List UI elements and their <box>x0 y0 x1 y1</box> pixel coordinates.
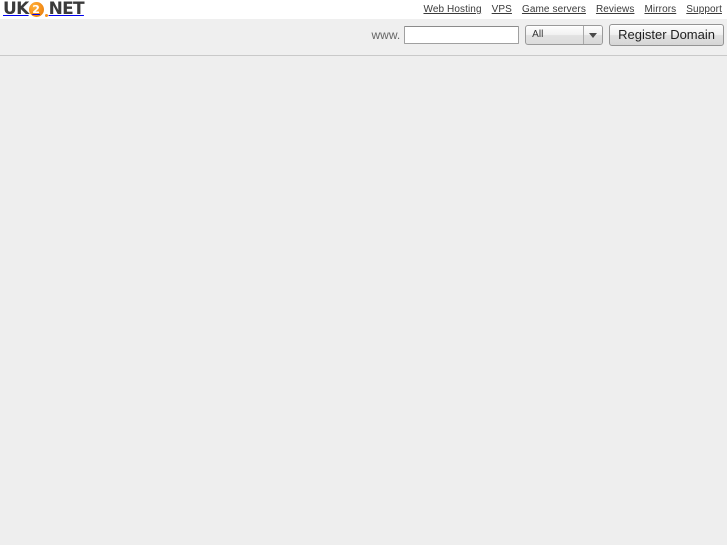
domain-search-form: www. All Register Domain <box>371 24 724 46</box>
register-domain-button[interactable]: Register Domain <box>609 24 724 46</box>
domain-search-bar: www. All Register Domain <box>0 19 727 56</box>
www-prefix-label: www. <box>371 28 401 42</box>
tld-select-value: All <box>532 29 544 40</box>
top-bar: UK 2 NET Web Hosting VPS Game servers Revi… <box>0 0 727 19</box>
page-content-area <box>0 56 727 544</box>
logo-text-suffix: NET <box>48 0 85 19</box>
nav-link-web-hosting[interactable]: Web Hosting <box>423 4 481 15</box>
logo-badge-icon: 2 <box>28 2 44 17</box>
tld-select[interactable]: All <box>525 25 604 45</box>
nav-link-game-servers[interactable]: Game servers <box>522 4 586 15</box>
site-logo[interactable]: UK 2 NET <box>3 0 85 19</box>
primary-navigation: Web Hosting VPS Game servers Reviews Mir… <box>423 4 722 15</box>
nav-link-vps[interactable]: VPS <box>492 4 512 15</box>
chevron-down-icon[interactable] <box>583 26 603 44</box>
domain-name-input[interactable] <box>404 26 520 44</box>
logo-dot-icon <box>44 14 48 17</box>
nav-link-reviews[interactable]: Reviews <box>596 4 635 15</box>
nav-link-support[interactable]: Support <box>686 4 722 15</box>
logo-text-prefix: UK <box>3 0 29 19</box>
nav-link-mirrors[interactable]: Mirrors <box>644 4 676 15</box>
